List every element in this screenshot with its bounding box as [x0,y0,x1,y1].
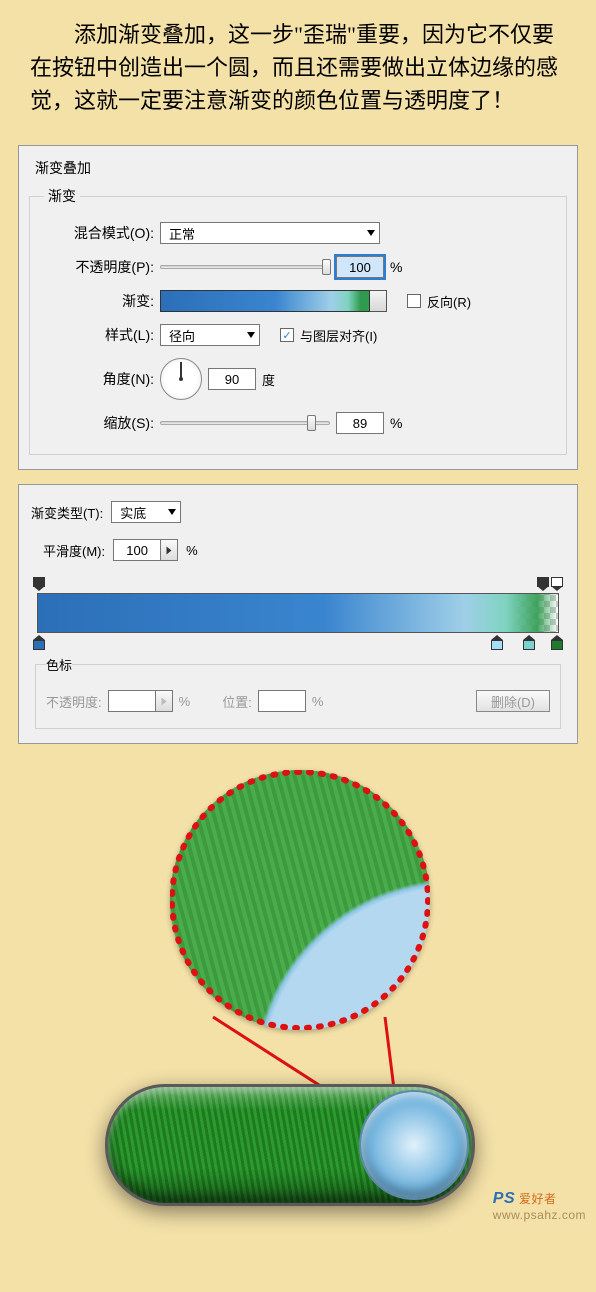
pct-label: % [390,415,402,431]
style-value: 径向 [169,326,195,345]
gradient-label: 渐变: [44,291,154,311]
spin-button [155,690,173,712]
align-label: 与图层对齐(I) [300,326,377,345]
gradient-fieldset: 渐变 混合模式(O): 正常 不透明度(P): 100 % 渐变: [29,186,567,455]
pct-label: % [186,543,198,558]
delete-button: 删除(D) [476,690,550,712]
intro-text: 添加渐变叠加，这一步"歪瑞"重要，因为它不仅要在按钮中创造出一个圆，而且还需要做… [0,0,596,127]
illustration-area: PS 爱好者 www.psahz.com [0,764,596,1224]
gradient-type-value: 实底 [120,503,146,522]
color-stop[interactable] [551,635,563,649]
gradient-ramp[interactable] [37,577,559,649]
opacity-label: 不透明度(P): [44,257,154,277]
blend-mode-select[interactable]: 正常 [160,222,380,244]
chevron-down-icon [168,509,176,515]
scale-slider[interactable] [160,421,330,425]
opacity-input[interactable]: 100 [336,256,384,278]
spin-button[interactable] [160,539,178,561]
gradient-swatch[interactable] [160,290,370,312]
color-stop[interactable] [33,635,45,649]
angle-label: 角度(N): [44,369,154,389]
smoothness-input[interactable]: 100 [113,539,161,561]
opacity-stop[interactable] [537,577,549,591]
chevron-down-icon [247,332,255,338]
colorstop-fieldset: 色标 不透明度: % 位置: % 删除(D) [35,655,561,729]
gradient-overlay-panel: 渐变叠加 渐变 混合模式(O): 正常 不透明度(P): 100 % 渐变: [18,145,578,470]
opacity-stop-label: 不透明度: [46,692,102,711]
watermark: PS 爱好者 www.psahz.com [493,1190,586,1222]
align-checkbox[interactable]: ✓ [280,328,294,342]
position-input [258,690,306,712]
opacity-stop[interactable] [551,577,563,591]
style-label: 样式(L): [44,325,154,345]
angle-input[interactable]: 90 [208,368,256,390]
watermark-cn: 爱好者 [519,1192,557,1206]
toggle-button-preview [105,1084,475,1206]
angle-dial[interactable] [160,358,202,400]
chevron-down-icon [367,230,375,236]
watermark-logo: PS [493,1190,515,1207]
scale-label: 缩放(S): [44,413,154,433]
gradient-ramp-bar[interactable] [37,593,559,633]
slider-thumb[interactable] [322,259,331,275]
angle-unit: 度 [262,370,275,389]
blend-mode-value: 正常 [169,224,195,243]
slider-thumb[interactable] [307,415,316,431]
gradient-editor-panel: 渐变类型(T): 实底 平滑度(M): 100 % 色标 不透明度: [18,484,578,744]
watermark-url: www.psahz.com [493,1208,586,1222]
pct-label: % [312,694,324,709]
blend-mode-label: 混合模式(O): [44,223,154,243]
gradient-type-label: 渐变类型(T): [31,503,103,522]
reverse-label: 反向(R) [427,292,471,311]
opacity-stop-input [108,690,156,712]
scale-input[interactable]: 89 [336,412,384,434]
color-stop[interactable] [491,635,503,649]
opacity-stop[interactable] [33,577,45,591]
zoom-preview [170,770,430,1030]
opacity-slider[interactable] [160,265,330,269]
pct-label: % [390,259,402,275]
reverse-checkbox[interactable] [407,294,421,308]
style-select[interactable]: 径向 [160,324,260,346]
color-stop[interactable] [523,635,535,649]
colorstop-legend: 色标 [46,655,72,674]
smoothness-label: 平滑度(M): [31,541,105,560]
position-label: 位置: [222,692,252,711]
toggle-knob [361,1092,467,1198]
panel-title: 渐变叠加 [29,154,567,186]
gradient-dropdown[interactable] [369,290,387,312]
gradient-legend: 渐变 [44,186,80,206]
pct-label: % [179,694,191,709]
gradient-type-select[interactable]: 实底 [111,501,181,523]
